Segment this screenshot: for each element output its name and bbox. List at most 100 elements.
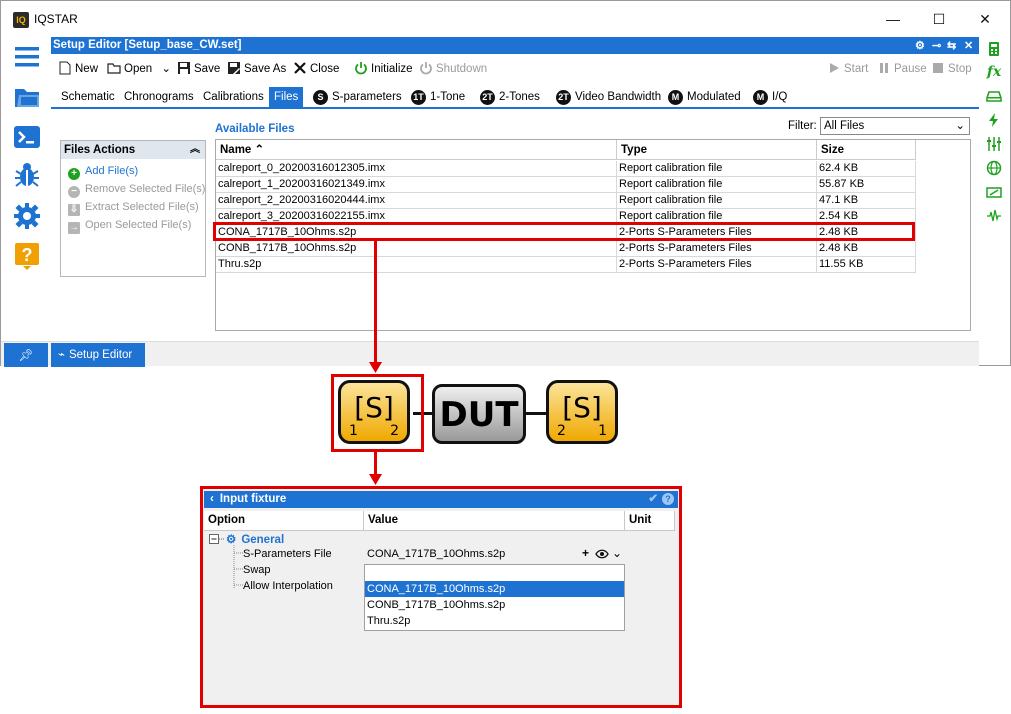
dropdown-item[interactable]: CONA_1717B_10Ohms.s2p [365,581,624,597]
bug-icon[interactable] [13,161,41,189]
annotation-arrow-head [369,474,382,485]
save-as-icon [228,62,240,75]
waveform-icon[interactable] [986,208,1002,224]
tab-files[interactable]: Files [269,87,304,107]
close-x-icon [294,62,306,74]
filter-select[interactable]: All Files ⌄ [820,117,970,135]
column-header-type[interactable]: Type [617,140,817,160]
dropdown-item[interactable]: CONB_1717B_10Ohms.s2p [365,597,624,613]
pin-icon[interactable]: 📌︎ [4,343,48,367]
back-chevron-icon[interactable]: ‹ [210,493,214,505]
cell-name: calreport_1_20200316021349.imx [216,177,617,193]
chevron-down-icon[interactable]: ⌄ [612,546,622,560]
tab-label: Video Bandwidth [575,91,662,103]
table-row[interactable]: calreport_1_20200316021349.imx Report ca… [216,177,916,193]
output-fixture-block[interactable]: [S] 2 1 [546,380,618,444]
cell-type: 2-Ports S-Parameters Files [617,241,817,257]
modulated-icon: M [668,90,683,105]
help-icon[interactable]: ? [13,242,41,270]
dropdown-item[interactable]: Thru.s2p [365,613,624,629]
two-tones-icon: 2T [480,90,495,105]
maximize-button[interactable]: ☐ [916,5,962,33]
pin-icon[interactable]: ⊸ [932,38,941,55]
cell-size: 11.55 KB [817,257,916,273]
eye-icon[interactable] [595,549,609,559]
gear-icon[interactable]: ⚙ [915,38,925,55]
start-button[interactable]: Start [827,61,868,77]
save-as-button[interactable]: Save As [227,61,286,77]
tab-schematic[interactable]: Schematic [56,87,120,107]
editor-title-bar: Setup Editor [Setup_base_CW.set] ⚙ ⊸ ⇆ ✕ [51,37,979,54]
add-icon[interactable]: + [582,546,589,560]
globe-icon[interactable] [986,160,1002,176]
s-parameters-file-value[interactable]: CONA_1717B_10Ohms.s2p [367,548,505,560]
cell-type: 2-Ports S-Parameters Files [617,257,817,273]
save-label: Save [194,63,221,75]
settings-gear-icon[interactable] [13,202,41,230]
column-header-name[interactable]: Name ⌃ [216,140,617,160]
new-button[interactable]: New [58,61,98,77]
open-files-action[interactable]: → Open Selected File(s) [68,217,191,234]
tab-iq[interactable]: M I/Q [748,87,792,107]
dock-bar: 📌︎ ⌁ Setup Editor [1,341,979,367]
close-window-button[interactable]: ✕ [962,5,1008,33]
tab-video-bandwidth[interactable]: 2T Video Bandwidth [551,87,666,107]
save-button[interactable]: Save [177,61,220,77]
setup-editor-dock-tab[interactable]: ⌁ Setup Editor [51,343,145,367]
extract-files-action[interactable]: ⇩ Extract Selected File(s) [68,199,199,216]
add-files-action[interactable]: + Add File(s) [68,163,138,180]
files-actions-header[interactable]: Files Actions ︽ [61,141,205,159]
s-parameters-icon: S [313,90,328,105]
tab-2-tones[interactable]: 2T 2-Tones [475,87,545,107]
input-fixture-header: ‹ Input fixture ✔ ? [204,491,678,508]
menu-icon[interactable] [13,43,41,71]
option-s-parameters-file: S-Parameters File [243,548,332,560]
open-button[interactable]: Open ⌄ [107,61,171,77]
tab-1-tone[interactable]: 1T 1-Tone [406,87,470,107]
restore-icon[interactable]: ⇆ [947,38,956,55]
general-group[interactable]: ⚙ General [226,532,284,546]
close-icon[interactable]: ✕ [964,38,973,55]
tab-label: Calibrations [203,91,264,103]
stop-button[interactable]: Stop [931,61,972,77]
table-row[interactable]: Thru.s2p 2-Ports S-Parameters Files 11.5… [216,257,916,273]
column-label: Name [220,144,252,156]
setup-editor-pane: Setup Editor [Setup_base_CW.set] ⚙ ⊸ ⇆ ✕… [51,37,979,339]
tab-chronograms[interactable]: Chronograms [119,87,199,107]
terminal-icon[interactable] [13,123,41,151]
tab-s-parameters[interactable]: S S-parameters [308,87,407,107]
tab-modulated[interactable]: M Modulated [663,87,746,107]
lightning-icon[interactable] [986,112,1002,128]
calculator-icon[interactable] [986,41,1002,57]
tab-label: 1-Tone [430,91,466,103]
title-bar[interactable]: IQ IQSTAR — ☐ ✕ [1,1,1010,37]
cell-type: Report calibration file [617,177,817,193]
table-row[interactable]: CONB_1717B_10Ohms.s2p 2-Ports S-Paramete… [216,241,916,257]
column-header-value: Value [364,511,625,531]
pause-button[interactable]: Pause [877,61,927,77]
shutdown-button[interactable]: Shutdown [419,61,487,77]
help-circle-icon[interactable]: ? [662,493,674,505]
annotation-arrow-line [374,241,377,365]
drive-icon[interactable] [986,88,1002,104]
collapse-tree-icon[interactable] [209,533,225,545]
column-header-size[interactable]: Size [817,140,916,160]
table-row[interactable]: calreport_0_20200316012305.imx Report ca… [216,161,916,177]
dropdown-blank-item[interactable] [365,565,624,581]
filter-label: Filter: [788,120,817,132]
close-button[interactable]: Close [293,61,339,77]
table-row[interactable]: calreport_2_20200316020444.imx Report ca… [216,193,916,209]
collapse-icon[interactable]: ︽ [190,141,200,159]
check-icon[interactable]: ✔ [648,491,658,508]
power-icon [355,62,367,75]
minimize-button[interactable]: — [870,5,916,33]
folder-icon[interactable] [13,83,41,111]
function-icon[interactable]: fx [986,64,1002,80]
initialize-button[interactable]: Initialize [354,61,413,77]
switch-icon[interactable] [986,184,1002,200]
sliders-icon[interactable] [986,136,1002,152]
remove-files-action[interactable]: − Remove Selected File(s) [68,181,205,198]
chevron-down-icon[interactable]: ⌄ [161,63,171,75]
tab-calibrations[interactable]: Calibrations [198,87,269,107]
tab-label: Schematic [61,91,115,103]
